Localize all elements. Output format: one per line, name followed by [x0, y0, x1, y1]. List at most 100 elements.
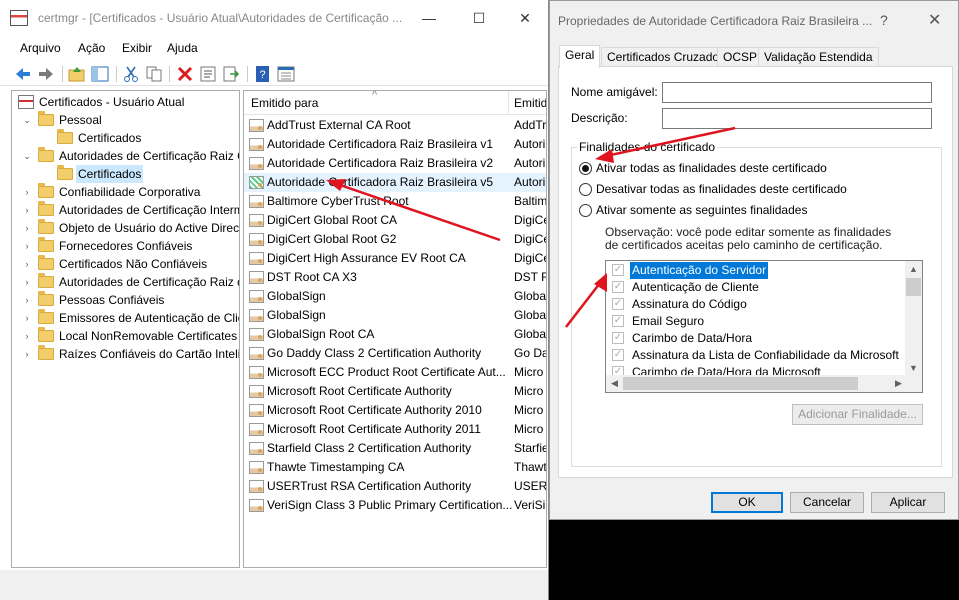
tree-item-label: Pessoas Confiáveis [59, 293, 165, 307]
dialog-title: Propriedades de Autoridade Certificadora… [558, 14, 873, 28]
scroll-thumb[interactable] [623, 377, 858, 390]
table-row[interactable]: Microsoft ECC Product Root Certificate A… [244, 363, 546, 382]
details-view-icon[interactable] [277, 65, 295, 83]
table-row[interactable]: Autoridade Certificadora Raiz Brasileira… [244, 135, 546, 154]
table-row[interactable]: AddTrust External CA Root AddTru [244, 116, 546, 135]
scroll-right-icon[interactable]: ▶ [890, 375, 907, 392]
table-row[interactable]: Baltimore CyberTrust Root Baltim [244, 192, 546, 211]
collapse-chevron-icon[interactable]: › [22, 291, 32, 309]
checkbox[interactable]: ✓ [612, 298, 624, 310]
help-icon[interactable]: ? [254, 65, 272, 83]
collapse-chevron-icon[interactable]: › [22, 201, 32, 219]
table-row[interactable]: DigiCert High Assurance EV Root CA DigiCe [244, 249, 546, 268]
menu-acao[interactable]: Ação [78, 41, 105, 55]
copy-icon[interactable] [145, 65, 163, 83]
add-purpose-button[interactable]: Adicionar Finalidade... [792, 404, 923, 425]
table-row[interactable]: Autoridade Certificadora Raiz Brasileira… [244, 154, 546, 173]
radio-button[interactable] [579, 183, 592, 196]
table-row[interactable]: GlobalSign Root CA Globa [244, 325, 546, 344]
checkbox[interactable]: ✓ [612, 281, 624, 293]
tab-validacao-estendida[interactable]: Validação Estendida [758, 47, 879, 67]
certificate-icon [249, 442, 264, 455]
cell-issued-to: USERTrust RSA Certification Authority [267, 479, 472, 493]
list-item[interactable]: ✓ Email Seguro [606, 313, 903, 330]
collapse-chevron-icon[interactable]: › [22, 345, 32, 363]
dialog-close-button[interactable]: ✕ [928, 10, 941, 30]
tab-geral[interactable]: Geral [559, 45, 601, 68]
radio-button[interactable] [579, 162, 592, 175]
list-item[interactable]: ✓ Assinatura do Código [606, 296, 903, 313]
cut-icon[interactable] [122, 65, 140, 83]
properties-icon[interactable] [199, 65, 217, 83]
up-folder-icon[interactable] [68, 65, 86, 83]
tab-strip: Geral Certificados Cruzados OCSP Validaç… [558, 45, 953, 68]
cell-issued-to: DST Root CA X3 [267, 270, 357, 284]
table-row[interactable]: Microsoft Root Certificate Authority 201… [244, 420, 546, 439]
table-row[interactable]: GlobalSign Globa [244, 287, 546, 306]
window-title: certmgr - [Certificados - Usuário Atual\… [38, 11, 403, 25]
back-arrow-icon[interactable] [14, 65, 32, 83]
table-row[interactable]: Thawte Timestamping CA Thawt [244, 458, 546, 477]
ok-button[interactable]: OK [711, 492, 783, 513]
table-row[interactable]: DST Root CA X3 DST Ro [244, 268, 546, 287]
checkbox[interactable]: ✓ [612, 332, 624, 344]
menu-arquivo[interactable]: Arquivo [20, 41, 61, 55]
column-divider[interactable] [508, 91, 509, 115]
collapse-chevron-icon[interactable]: › [22, 219, 32, 237]
table-row[interactable]: Go Daddy Class 2 Certification Authority… [244, 344, 546, 363]
apply-button[interactable]: Aplicar [871, 492, 945, 513]
column-issued-by[interactable]: Emitido [514, 96, 546, 110]
table-row[interactable]: Microsoft Root Certificate Authority 201… [244, 401, 546, 420]
collapse-chevron-icon[interactable]: › [22, 255, 32, 273]
table-row[interactable]: Autoridade Certificadora Raiz Brasileira… [244, 173, 546, 192]
menu-ajuda[interactable]: Ajuda [167, 41, 198, 55]
scroll-thumb[interactable] [906, 278, 921, 296]
table-row[interactable]: Starfield Class 2 Certification Authorit… [244, 439, 546, 458]
close-button[interactable]: ✕ [510, 6, 540, 30]
scroll-left-icon[interactable]: ◀ [606, 375, 623, 392]
expand-chevron-icon[interactable]: ⌄ [22, 147, 32, 165]
expand-chevron-icon[interactable]: ⌄ [22, 111, 32, 129]
tree-item-label: Fornecedores Confiáveis [59, 239, 193, 253]
cancel-button[interactable]: Cancelar [790, 492, 864, 513]
table-row[interactable]: Microsoft Root Certificate Authority Micr… [244, 382, 546, 401]
checkbox[interactable]: ✓ [612, 264, 624, 276]
help-button[interactable]: ? [880, 12, 888, 28]
list-item[interactable]: ✓ Autenticação do Servidor [606, 261, 903, 280]
list-item[interactable]: ✓ Carimbo de Data/Hora [606, 330, 903, 347]
cell-issued-by: USERT [514, 479, 547, 493]
list-item[interactable]: ✓ Assinatura da Lista de Confiabilidade d… [606, 347, 903, 364]
table-row[interactable]: USERTrust RSA Certification Authority USE… [244, 477, 546, 496]
delete-icon[interactable] [176, 65, 194, 83]
collapse-chevron-icon[interactable]: › [22, 309, 32, 327]
collapse-chevron-icon[interactable]: › [22, 237, 32, 255]
table-row[interactable]: DigiCert Global Root G2 DigiCe [244, 230, 546, 249]
collapse-chevron-icon[interactable]: › [22, 273, 32, 291]
purposes-list[interactable]: ✓ Autenticação do Servidor ✓ Autenticação d… [605, 260, 923, 393]
export-icon[interactable] [222, 65, 240, 83]
menu-exibir[interactable]: Exibir [122, 41, 152, 55]
collapse-chevron-icon[interactable]: › [22, 327, 32, 345]
tree-item-label: Autoridades de Certificação Raiz de [59, 275, 240, 289]
maximize-button[interactable]: ☐ [464, 6, 494, 30]
table-row[interactable]: DigiCert Global Root CA DigiCe [244, 211, 546, 230]
horizontal-scrollbar[interactable]: ◀ ▶ [606, 375, 922, 392]
friendly-name-field[interactable] [662, 82, 932, 103]
collapse-chevron-icon[interactable]: › [22, 183, 32, 201]
list-item[interactable]: ✓ Autenticação de Cliente [606, 279, 903, 296]
checkbox[interactable]: ✓ [612, 349, 624, 361]
tab-ocsp[interactable]: OCSP [717, 47, 764, 67]
show-hide-tree-icon[interactable] [91, 65, 109, 83]
vertical-scrollbar[interactable]: ▲ ▼ [905, 261, 922, 377]
cell-issued-to: Autoridade Certificadora Raiz Brasileira… [267, 137, 494, 151]
tab-certificados-cruzados[interactable]: Certificados Cruzados [601, 47, 732, 67]
column-issued-to[interactable]: Emitido para [251, 96, 318, 110]
scroll-up-icon[interactable]: ▲ [905, 261, 922, 278]
description-field[interactable] [662, 108, 932, 129]
checkbox[interactable]: ✓ [612, 315, 624, 327]
table-row[interactable]: GlobalSign Globa [244, 306, 546, 325]
table-row[interactable]: VeriSign Class 3 Public Primary Certific… [244, 496, 546, 515]
minimize-button[interactable]: — [414, 6, 444, 30]
radio-button[interactable] [579, 204, 592, 217]
forward-arrow-icon[interactable] [37, 65, 55, 83]
